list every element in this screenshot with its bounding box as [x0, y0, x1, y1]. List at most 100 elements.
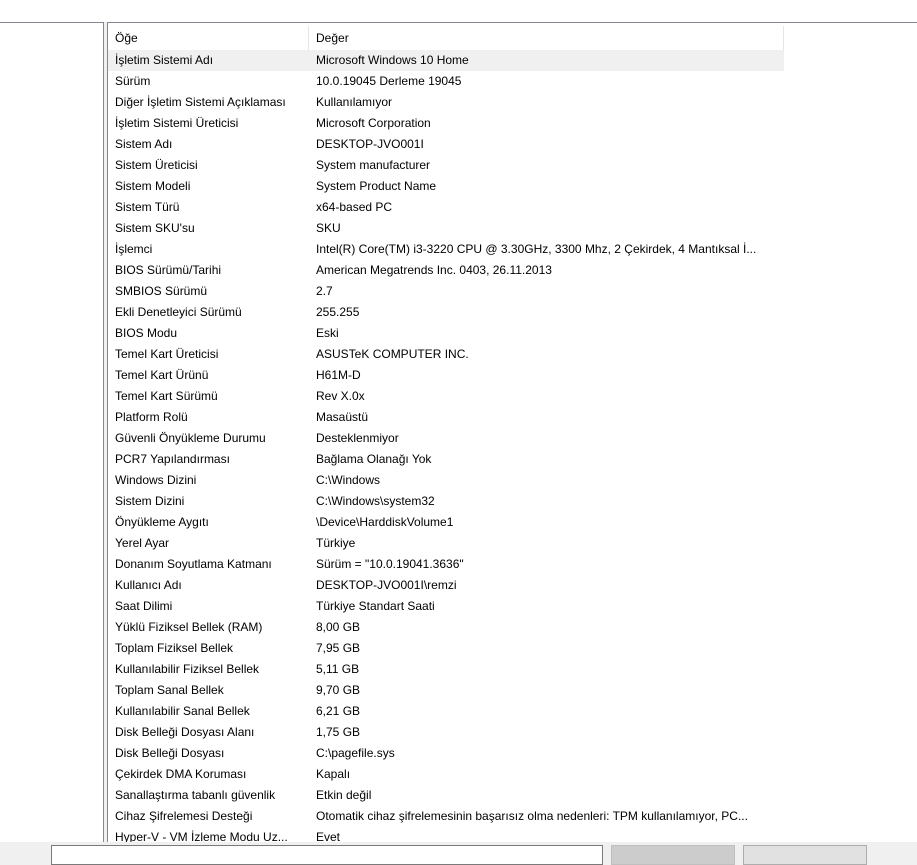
table-row[interactable]: Saat Dilimi Türkiye Standart Saati — [108, 596, 917, 617]
row-value-cell: Masaüstü — [316, 410, 369, 424]
table-row[interactable]: Hyper-V - VM İzleme Modu Uz... Evet — [108, 827, 917, 843]
row-item-cell: Windows Dizini — [115, 473, 197, 487]
table-row[interactable]: Platform Rolü Masaüstü — [108, 407, 917, 428]
row-item-cell: Güvenli Önyükleme Durumu — [115, 431, 266, 445]
table-row[interactable]: Temel Kart Ürünü H61M-D — [108, 365, 917, 386]
table-row[interactable]: BIOS Sürümü/Tarihi American Megatrends In… — [108, 260, 917, 281]
row-item-cell: İşlemci — [115, 242, 153, 256]
table-row[interactable]: Diğer İşletim Sistemi Açıklaması Kullanıl… — [108, 92, 917, 113]
row-value-cell: Kapalı — [316, 767, 351, 781]
row-value-cell: Desteklenmiyor — [316, 431, 399, 445]
table-row[interactable]: Cihaz Şifrelemesi Desteği Otomatik cihaz … — [108, 806, 917, 827]
table-row[interactable]: İşlemci Intel(R) Core(TM) i3-3220 CPU @ 3… — [108, 239, 917, 260]
find-what-input[interactable] — [51, 845, 603, 865]
row-item-cell: Diğer İşletim Sistemi Açıklaması — [115, 95, 286, 109]
table-row[interactable]: Disk Belleği Dosyası C:\pagefile.sys — [108, 743, 917, 764]
table-row[interactable]: Sürüm 10.0.19045 Derleme 19045 — [108, 71, 917, 92]
row-value-cell: System Product Name — [316, 179, 437, 193]
table-row[interactable]: Toplam Sanal Bellek 9,70 GB — [108, 680, 917, 701]
table-row[interactable]: Sanallaştırma tabanlı güvenlik Etkin deği… — [108, 785, 917, 806]
row-value-cell: 1,75 GB — [316, 725, 361, 739]
table-row[interactable]: Yerel Ayar Türkiye — [108, 533, 917, 554]
row-value-cell: American Megatrends Inc. 0403, 26.11.201… — [316, 263, 552, 277]
table-row[interactable]: Çekirdek DMA Koruması Kapalı — [108, 764, 917, 785]
row-value-cell: Bağlama Olanağı Yok — [316, 452, 432, 466]
table-row[interactable]: Temel Kart Sürümü Rev X.0x — [108, 386, 917, 407]
row-value-cell: DESKTOP-JVO001I — [316, 137, 424, 151]
row-value-cell: DESKTOP-JVO001I\remzi — [316, 578, 457, 592]
table-row[interactable]: Sistem Dizini C:\Windows\system32 — [108, 491, 917, 512]
find-button[interactable] — [611, 845, 735, 865]
row-item-cell: Sistem SKU'su — [115, 221, 195, 235]
table-row[interactable]: PCR7 Yapılandırması Bağlama Olanağı Yok — [108, 449, 917, 470]
row-item-cell: Sistem Dizini — [115, 494, 185, 508]
row-item-cell: Platform Rolü — [115, 410, 188, 424]
row-value-cell: C:\Windows\system32 — [316, 494, 435, 508]
row-value-cell: H61M-D — [316, 368, 361, 382]
row-value-cell: SKU — [316, 221, 341, 235]
table-row[interactable]: Donanım Soyutlama Katmanı Sürüm = "10.0.1… — [108, 554, 917, 575]
table-row[interactable]: Yüklü Fiziksel Bellek (RAM) 8,00 GB — [108, 617, 917, 638]
row-item-cell: Temel Kart Ürünü — [115, 368, 209, 382]
row-item-cell: Cihaz Şifrelemesi Desteği — [115, 809, 253, 823]
table-row[interactable]: Ekli Denetleyici Sürümü 255.255 — [108, 302, 917, 323]
table-row[interactable]: Güvenli Önyükleme Durumu Desteklenmiyor — [108, 428, 917, 449]
table-row[interactable]: SMBIOS Sürümü 2.7 — [108, 281, 917, 302]
row-item-cell: Kullanılabilir Sanal Bellek — [115, 704, 250, 718]
row-item-cell: Çekirdek DMA Koruması — [115, 767, 247, 781]
row-item-cell: Temel Kart Sürümü — [115, 389, 218, 403]
table-row[interactable]: İşletim Sistemi Adı Microsoft Windows 10 … — [108, 50, 784, 71]
row-item-cell: Disk Belleği Dosyası Alanı — [115, 725, 255, 739]
row-item-cell: İşletim Sistemi Üreticisi — [115, 116, 239, 130]
row-value-cell: Etkin değil — [316, 788, 372, 802]
row-item-cell: Ekli Denetleyici Sürümü — [115, 305, 242, 319]
row-value-cell: 5,11 GB — [316, 662, 360, 676]
row-value-cell: ASUSTeK COMPUTER INC. — [316, 347, 469, 361]
table-row[interactable]: Sistem Türü x64-based PC — [108, 197, 917, 218]
row-item-cell: Sürüm — [115, 74, 151, 88]
table-row[interactable]: Toplam Fiziksel Bellek 7,95 GB — [108, 638, 917, 659]
row-item-cell: BIOS Modu — [115, 326, 178, 340]
table-row[interactable]: Kullanılabilir Sanal Bellek 6,21 GB — [108, 701, 917, 722]
table-row[interactable]: Kullanılabilir Fiziksel Bellek 5,11 GB — [108, 659, 917, 680]
row-item-cell: Saat Dilimi — [115, 599, 173, 613]
row-item-cell: BIOS Sürümü/Tarihi — [115, 263, 222, 277]
top-toolbar-area — [0, 0, 917, 22]
row-item-cell: İşletim Sistemi Adı — [115, 53, 214, 67]
row-item-cell: SMBIOS Sürümü — [115, 284, 208, 298]
table-row[interactable]: Temel Kart Üreticisi ASUSTeK COMPUTER INC… — [108, 344, 917, 365]
row-value-cell: C:\pagefile.sys — [316, 746, 395, 760]
row-value-cell: 7,95 GB — [316, 641, 361, 655]
row-value-cell: Otomatik cihaz şifrelemesinin başarısız … — [316, 809, 748, 823]
table-row[interactable]: BIOS Modu Eski — [108, 323, 917, 344]
row-item-cell: Toplam Fiziksel Bellek — [115, 641, 234, 655]
row-item-cell: Sistem Üreticisi — [115, 158, 198, 172]
row-value-cell: 8,00 GB — [316, 620, 361, 634]
list-header: Öğe Değer — [108, 26, 784, 50]
column-header-value[interactable]: Değer — [309, 26, 784, 50]
close-find-button[interactable] — [743, 845, 867, 865]
row-value-cell: Microsoft Windows 10 Home — [316, 53, 469, 67]
table-row[interactable]: İşletim Sistemi Üreticisi Microsoft Corpo… — [108, 113, 917, 134]
row-item-cell: Toplam Sanal Bellek — [115, 683, 224, 697]
row-value-cell: Intel(R) Core(TM) i3-3220 CPU @ 3.30GHz,… — [316, 242, 757, 256]
row-value-cell: 255.255 — [316, 305, 360, 319]
list-rows: İşletim Sistemi Adı Microsoft Windows 10 … — [108, 50, 917, 843]
row-value-cell: Evet — [316, 830, 341, 843]
table-row[interactable]: Sistem Üreticisi System manufacturer — [108, 155, 917, 176]
table-row[interactable]: Kullanıcı Adı DESKTOP-JVO001I\remzi — [108, 575, 917, 596]
table-row[interactable]: Disk Belleği Dosyası Alanı 1,75 GB — [108, 722, 917, 743]
row-value-cell: Türkiye Standart Saati — [316, 599, 435, 613]
category-tree-pane[interactable] — [0, 22, 104, 843]
table-row[interactable]: Sistem Modeli System Product Name — [108, 176, 917, 197]
column-header-item[interactable]: Öğe — [108, 26, 309, 50]
row-item-cell: Sanallaştırma tabanlı güvenlik — [115, 788, 276, 802]
row-value-cell: C:\Windows — [316, 473, 381, 487]
row-value-cell: Sürüm = "10.0.19041.3636" — [316, 557, 464, 571]
table-row[interactable]: Windows Dizini C:\Windows — [108, 470, 917, 491]
table-row[interactable]: Sistem Adı DESKTOP-JVO001I — [108, 134, 917, 155]
table-row[interactable]: Önyükleme Aygıtı \Device\HarddiskVolume1 — [108, 512, 917, 533]
row-item-cell: Kullanılabilir Fiziksel Bellek — [115, 662, 260, 676]
table-row[interactable]: Sistem SKU'su SKU — [108, 218, 917, 239]
system-summary-list[interactable]: Öğe Değer İşletim Sistemi Adı Microsoft W… — [107, 22, 917, 843]
